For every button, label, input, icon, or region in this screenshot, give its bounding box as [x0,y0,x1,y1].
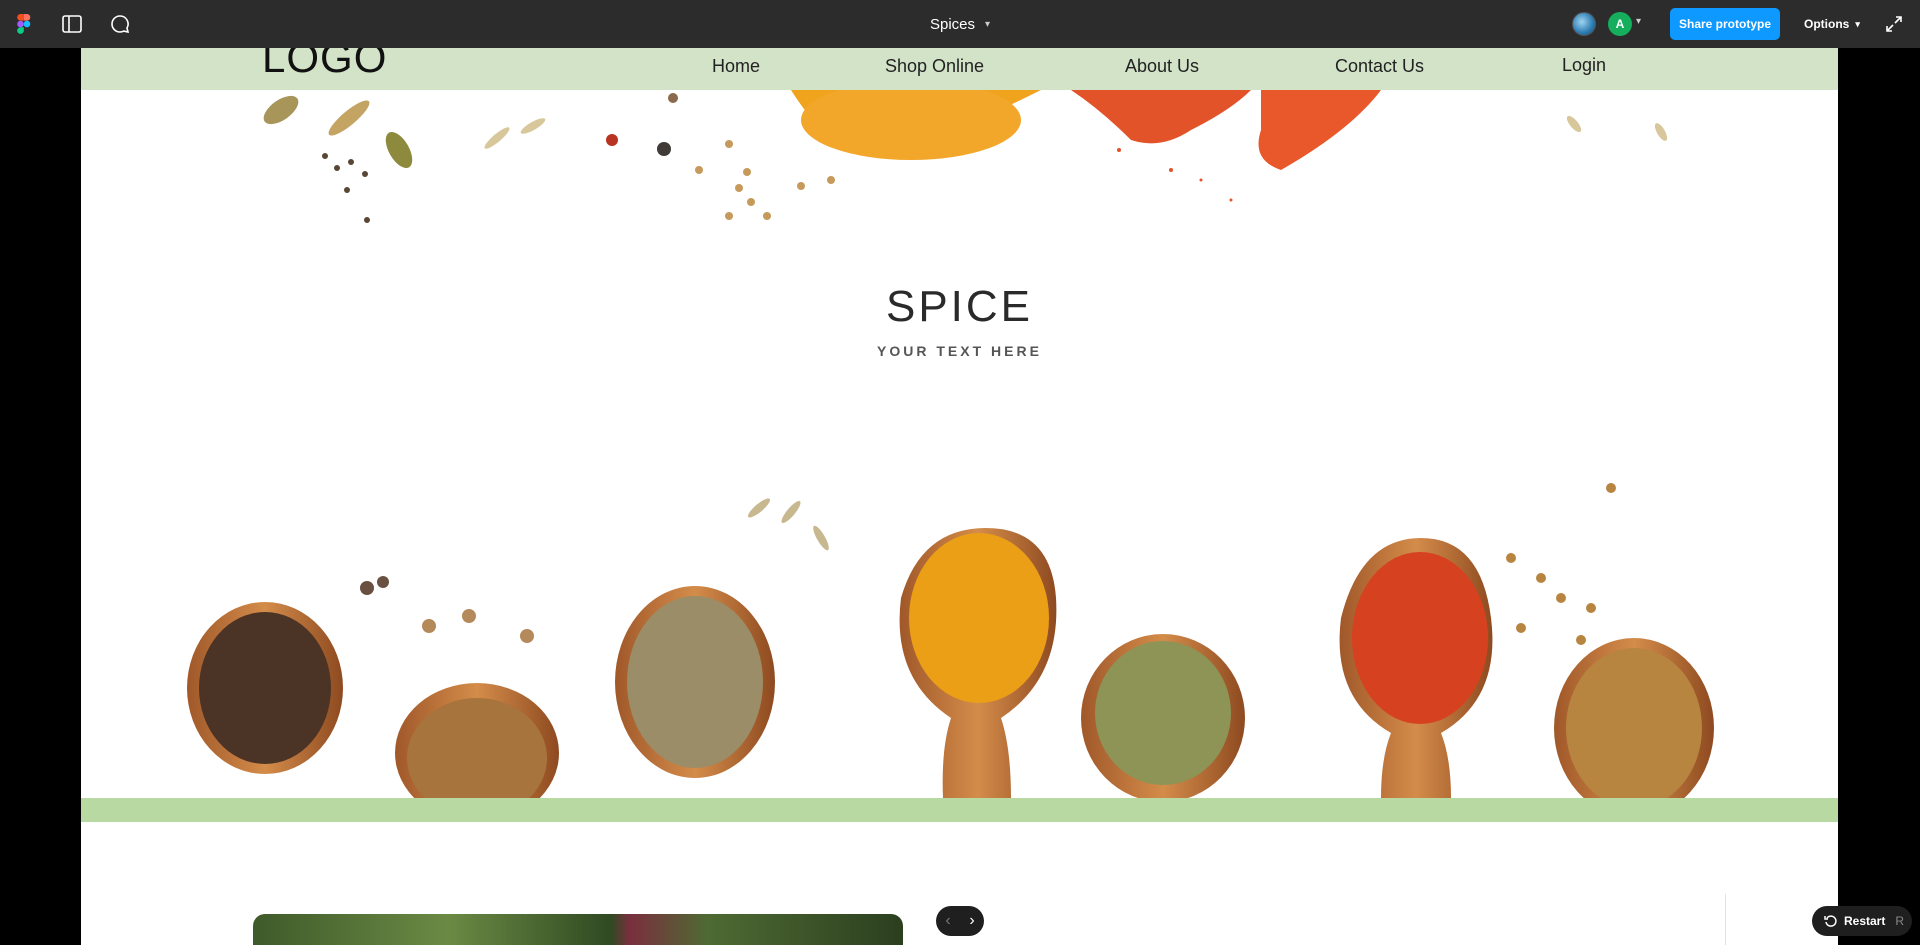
hero-subtitle: YOUR TEXT HERE [877,343,1042,359]
chevron-down-icon: ▾ [985,18,991,30]
options-label: Options [1804,17,1850,31]
restart-button[interactable]: Restart R [1812,906,1912,936]
site-navbar: LOGO Home Shop Online About Us Contact U… [81,48,1838,90]
chevron-left-icon[interactable]: ‹ [945,912,950,930]
divider [1725,894,1726,945]
avatar[interactable] [1572,12,1596,36]
avatar-user[interactable]: A [1608,12,1632,36]
nav-shop-online[interactable]: Shop Online [885,56,984,77]
carousel-arrows[interactable]: ‹ › [936,906,984,936]
comment-icon[interactable] [108,12,132,36]
share-prototype-button[interactable]: Share prototype [1670,8,1780,40]
sidebar-toggle-icon[interactable] [60,12,84,36]
nav-home[interactable]: Home [712,56,760,77]
restart-shortcut: R [1895,914,1905,928]
options-menu[interactable]: Options ▾ [1804,0,1860,48]
restart-label: Restart [1844,914,1886,928]
figma-toolbar: Spices ▾ A ▾ Share prototype Options ▾ [0,0,1920,48]
nav-contact-us[interactable]: Contact Us [1335,56,1424,77]
expand-icon[interactable] [1884,14,1904,34]
feature-photo [253,914,903,945]
hero-spices-image [263,90,1668,223]
nav-about-us[interactable]: About Us [1125,56,1199,77]
site-logo[interactable]: LOGO [262,48,387,82]
divider-band [81,798,1838,822]
figma-logo-icon[interactable] [12,12,36,36]
prototype-frame: LOGO Home Shop Online About Us Contact U… [81,48,1838,945]
spice-spoons-image [187,483,1714,798]
restart-icon [1824,915,1837,927]
file-title-menu[interactable]: Spices ▾ [930,0,990,48]
hero-title: SPICE [885,282,1034,331]
chevron-right-icon[interactable]: › [969,912,974,930]
chevron-down-icon: ▾ [1855,18,1860,29]
nav-login[interactable]: Login [1562,55,1606,76]
chevron-down-icon[interactable]: ▾ [1636,16,1641,27]
file-title: Spices [929,15,975,33]
